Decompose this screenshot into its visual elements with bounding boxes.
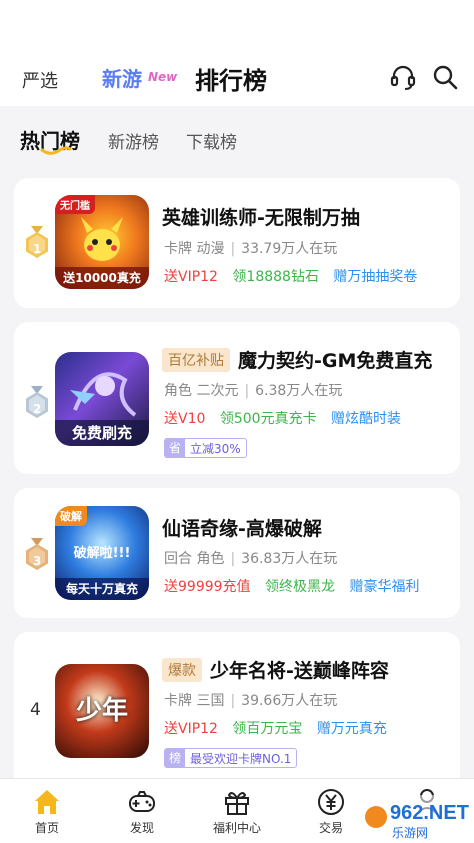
icon-caption: 每天十万真充 xyxy=(55,578,149,600)
game-card[interactable]: 4 少年 爆款 少年名将-送巅峰阵容 卡牌 三国 | 39.66万人在玩 送VIP1… xyxy=(14,632,460,778)
perk-item: 领百万元宝 xyxy=(232,721,303,737)
player-count: 6.38万人在玩 xyxy=(255,383,343,399)
icon-mid-text: 少年 xyxy=(75,696,128,726)
perk-item: 赠万抽抽奖卷 xyxy=(333,269,418,285)
game-card[interactable]: 1 无门槛 送10000真充 英雄训练师-无限制万抽 卡牌 动漫 | 33.79万人… xyxy=(14,178,460,308)
perk-item: 领500元真充卡 xyxy=(219,411,317,427)
player-count: 33.79万人在玩 xyxy=(241,241,338,257)
genre-label: 卡牌 xyxy=(164,241,192,257)
game-icon-hero-trainer[interactable]: 无门槛 送10000真充 xyxy=(55,195,149,289)
discount-coupon: 省 立减30% xyxy=(164,438,247,458)
character-art xyxy=(70,372,137,417)
game-card[interactable]: 2 免费刷充 百亿补贴 魔力契约-GM免费直充 角色 二次元 | 6.38万人在玩 … xyxy=(14,322,460,474)
genre-label: 角色 xyxy=(164,383,192,399)
genre-label: 动漫 xyxy=(196,241,225,257)
game-card[interactable]: 3 破解 破解啦!!! 每天十万真充 仙语奇缘-高爆破解 回合 角色 | 36.83… xyxy=(14,488,460,618)
ranking-coupon: 榜 最受欢迎卡牌NO.1 xyxy=(164,748,298,768)
game-title[interactable]: 仙语奇缘-高爆破解 xyxy=(162,514,322,541)
game-meta: 回合 角色 | 36.83万人在玩 xyxy=(164,551,338,567)
genre-label: 卡牌 xyxy=(164,693,192,709)
subtab-downloads[interactable]: 下载榜 xyxy=(186,128,237,153)
perk-item: 领18888钻石 xyxy=(232,269,319,285)
game-icon-fairy-tale[interactable]: 破解 破解啦!!! 每天十万真充 xyxy=(55,506,149,600)
perk-list: 送VIP12 领18888钻石 赠万抽抽奖卷 xyxy=(164,266,427,286)
player-count: 39.66万人在玩 xyxy=(241,693,338,709)
game-meta: 角色 二次元 | 6.38万人在玩 xyxy=(164,383,343,399)
rank-number: 4 xyxy=(30,700,41,720)
nav-tab-new-games[interactable]: 新游 xyxy=(102,63,142,92)
rank-number: 2 xyxy=(33,402,42,416)
icon-caption: 送10000真充 xyxy=(55,267,149,289)
perk-item: 送VIP12 xyxy=(164,721,218,737)
game-meta: 卡牌 动漫 | 33.79万人在玩 xyxy=(164,241,338,257)
tab-label: 交易 xyxy=(318,821,343,835)
icon-caption: 免费刷充 xyxy=(55,420,149,446)
search-icon[interactable] xyxy=(430,62,460,92)
perk-list: 送99999充值 领终极黑龙 赠豪华福利 xyxy=(164,576,429,596)
title-row: 英雄训练师-无限制万抽 xyxy=(162,203,360,230)
genre-label: 二次元 xyxy=(196,383,239,399)
coupon-text: 最受欢迎卡牌NO.1 xyxy=(190,751,292,766)
tab-label: 福利中心 xyxy=(212,821,261,835)
perk-item: 赠万元真充 xyxy=(316,721,387,737)
game-icon-magic-contract[interactable]: 免费刷充 xyxy=(55,352,149,446)
perk-item: 赠豪华福利 xyxy=(349,579,420,595)
watermark-text: 962.NET xyxy=(390,802,469,824)
top-nav-bar: 严选 新游 New 排行榜 xyxy=(0,50,474,106)
subtab-new-games[interactable]: 新游榜 xyxy=(108,128,159,153)
gift-icon xyxy=(225,792,249,815)
title-row: 爆款 少年名将-送巅峰阵容 xyxy=(162,656,389,683)
svg-text:乐游网: 乐游网 xyxy=(392,826,428,840)
rank-number: 3 xyxy=(33,554,42,568)
gamepad-icon xyxy=(129,791,155,812)
yuan-icon xyxy=(318,789,344,815)
game-meta: 卡牌 三国 | 39.66万人在玩 xyxy=(164,693,338,709)
perk-item: 送VIP12 xyxy=(164,269,218,285)
rank-number: 1 xyxy=(33,242,42,256)
perk-item: 送99999充值 xyxy=(164,579,251,595)
tab-benefits-center[interactable]: 福利中心 xyxy=(202,787,272,836)
perk-list: 送V10 领500元真充卡 赠炫酷时装 xyxy=(164,408,411,428)
perk-item: 赠炫酷时装 xyxy=(331,411,402,427)
icon-corner-label: 无门槛 xyxy=(55,195,95,214)
title-row: 仙语奇缘-高爆破解 xyxy=(162,514,322,541)
genre-label: 角色 xyxy=(196,551,225,567)
new-tag-label: New xyxy=(148,70,178,84)
customer-service-icon[interactable] xyxy=(388,62,418,92)
coupon-tag: 榜 xyxy=(165,749,186,767)
title-row: 百亿补贴 魔力契约-GM免费直充 xyxy=(162,346,432,373)
perk-item: 送V10 xyxy=(164,411,206,427)
subsidy-tag: 百亿补贴 xyxy=(162,347,230,372)
ranking-subtabs: 热门榜 新游榜 下载榜 xyxy=(0,106,474,168)
game-title[interactable]: 魔力契约-GM免费直充 xyxy=(238,346,432,373)
mascot-art xyxy=(81,217,123,261)
nav-tab-rankings[interactable]: 排行榜 xyxy=(195,61,267,96)
tab-label: 发现 xyxy=(129,821,154,835)
active-tab-underline xyxy=(40,146,72,155)
perk-item: 领终极黑龙 xyxy=(265,579,335,595)
genre-label: 三国 xyxy=(196,693,225,709)
tab-trade[interactable]: 交易 xyxy=(296,787,366,836)
genre-label: 回合 xyxy=(164,551,192,567)
status-bar-area xyxy=(0,0,474,50)
player-count: 36.83万人在玩 xyxy=(241,551,338,567)
home-icon xyxy=(35,790,59,814)
site-watermark-logo: 962.NET 乐游网 xyxy=(362,795,474,842)
tab-discover[interactable]: 发现 xyxy=(107,787,177,836)
coupon-text: 立减30% xyxy=(190,441,241,456)
game-title[interactable]: 英雄训练师-无限制万抽 xyxy=(162,203,360,230)
nav-tab-select[interactable]: 严选 xyxy=(22,67,58,93)
hot-tag: 爆款 xyxy=(162,657,202,682)
perk-list: 送VIP12 领百万元宝 赠万元真充 xyxy=(164,718,397,738)
game-icon-young-general[interactable]: 少年 xyxy=(55,664,149,758)
tab-home[interactable]: 首页 xyxy=(12,787,82,836)
icon-corner-label: 破解 xyxy=(55,506,87,526)
coupon-tag: 省 xyxy=(165,439,186,457)
icon-mid-text: 破解啦!!! xyxy=(73,546,131,561)
tab-label: 首页 xyxy=(34,821,59,835)
game-title[interactable]: 少年名将-送巅峰阵容 xyxy=(210,656,389,683)
